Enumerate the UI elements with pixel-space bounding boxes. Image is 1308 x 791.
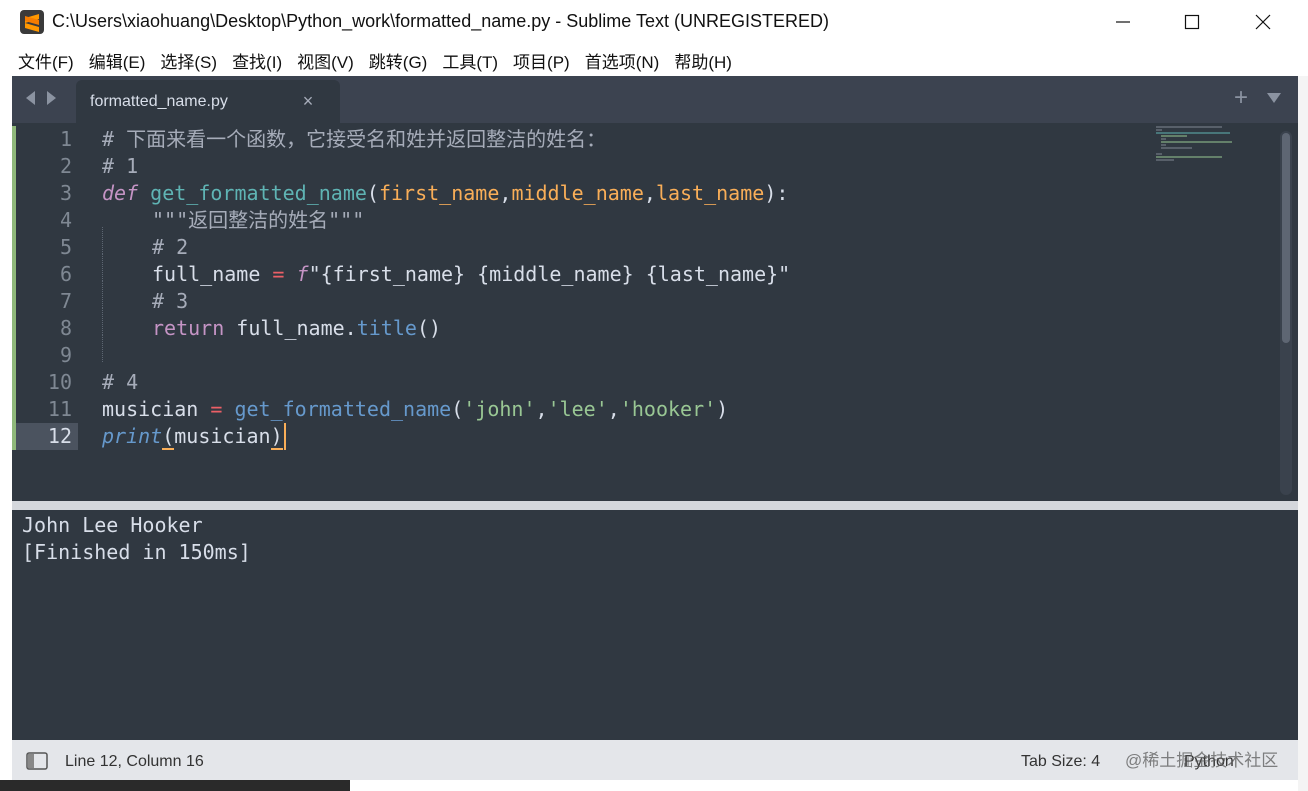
bracket: ( [162, 424, 175, 450]
string: 'john' [463, 397, 536, 421]
keyword: return [152, 316, 225, 340]
sublime-text-icon [20, 10, 44, 34]
parameter: middle_name [511, 181, 644, 205]
method: title [356, 316, 417, 340]
tab-size[interactable]: Tab Size: 4 [1021, 753, 1100, 771]
scrollbar-thumb[interactable] [1282, 133, 1290, 343]
menu-tools[interactable]: 工具(T) [442, 48, 498, 73]
line-number: 3 [59, 181, 72, 205]
function-name: get_formatted_name [150, 181, 367, 205]
code-line: # 3 [102, 288, 1202, 335]
tab-navigation [24, 90, 58, 106]
code-area[interactable]: # 下面来看一个函数，它接受名和姓并返回整洁的姓名： # 1 def get_f… [102, 126, 1202, 450]
menu-selection[interactable]: 选择(S) [160, 48, 217, 73]
menu-project[interactable]: 项目(P) [513, 48, 570, 73]
variable: musician [102, 397, 199, 421]
fstring: "{first_name} {middle_name} {last_name}" [308, 262, 791, 286]
operator: = [272, 262, 285, 286]
fstring-prefix: f [296, 262, 309, 286]
cursor-position: Line 12, Column 16 [65, 753, 204, 770]
line-number: 7 [59, 289, 72, 313]
tab-close-icon[interactable]: × [298, 91, 318, 111]
close-window-button[interactable] [1228, 0, 1298, 44]
variable: musician [174, 424, 271, 448]
code-line: """返回整洁的姓名""" [102, 207, 1202, 254]
status-bar: Line 12, Column 16 Tab Size: 4 Python [12, 740, 1298, 780]
background-window-edge [1298, 76, 1308, 791]
code-line: musician = get_formatted_name('john','le… [102, 397, 729, 421]
bracket: ) [270, 424, 283, 450]
line-number: 6 [59, 262, 72, 286]
editor-scrollbar[interactable] [1280, 131, 1292, 495]
chevron-left-icon[interactable] [24, 90, 38, 106]
taskbar-fragment [0, 780, 350, 791]
code-line: # 下面来看一个函数，它接受名和姓并返回整洁的姓名： [102, 126, 1202, 153]
code-editor[interactable]: 1 2 3 4 5 6 7 8 9 10 11 12 # 下面来看一个函数，它接… [12, 123, 1298, 501]
keyword: def [102, 181, 139, 205]
comment: # 2 [152, 235, 189, 259]
menu-bar: 文件(F) 编辑(E) 选择(S) 查找(I) 视图(V) 跳转(G) 工具(T… [0, 44, 1308, 76]
line-number: 2 [59, 154, 72, 178]
builtin-function: print [102, 424, 163, 448]
line-number-gutter: 1 2 3 4 5 6 7 8 9 10 11 12 [16, 126, 78, 450]
code-line: full_name = f"{first_name} {middle_name}… [102, 261, 1202, 308]
menu-view[interactable]: 视图(V) [297, 48, 354, 73]
tab-dropdown-icon[interactable] [1266, 92, 1282, 104]
minimize-button[interactable] [1088, 0, 1158, 44]
window-title: C:\Users\xiaohuang\Desktop\Python_work\f… [52, 11, 829, 31]
line-number: 1 [59, 127, 72, 151]
chevron-right-icon[interactable] [44, 90, 58, 106]
text-cursor [283, 423, 286, 450]
code-line: # 4 [102, 369, 1202, 396]
menu-help[interactable]: 帮助(H) [674, 48, 732, 73]
watermark: @稀土掘金技术社区 [1125, 751, 1279, 770]
minimap[interactable] [1152, 123, 1262, 183]
output-line: [Finished in 150ms] [22, 540, 251, 564]
code-line-active: print(musician) [102, 423, 1202, 450]
build-output-panel[interactable]: John Lee Hooker [Finished in 150ms] [12, 510, 1298, 740]
menu-preferences[interactable]: 首选项(N) [585, 48, 660, 73]
line-number: 4 [59, 208, 72, 232]
line-number: 5 [59, 235, 72, 259]
line-number: 10 [47, 370, 72, 394]
variable: full_name [152, 262, 261, 286]
parameter: last_name [655, 181, 765, 205]
comment: # 4 [102, 370, 139, 394]
code-line: # 2 [102, 234, 1202, 281]
new-tab-icon[interactable]: + [1234, 86, 1248, 110]
title-bar: C:\Users\xiaohuang\Desktop\Python_work\f… [0, 0, 1308, 44]
tab-formatted-name[interactable]: formatted_name.py × [76, 80, 340, 123]
comment: # 1 [102, 154, 139, 178]
parameter: first_name [378, 181, 500, 205]
line-number: 9 [59, 343, 72, 367]
output-line: John Lee Hooker [22, 513, 203, 537]
line-number: 11 [47, 397, 72, 421]
menu-goto[interactable]: 跳转(G) [369, 48, 428, 73]
comment: # 下面来看一个函数，它接受名和姓并返回整洁的姓名： [102, 127, 607, 151]
line-number-active: 12 [16, 423, 78, 450]
docstring: """返回整洁的姓名""" [152, 208, 365, 232]
minimize-icon [1116, 21, 1130, 23]
code-line: # 1 [102, 153, 1202, 180]
line-number: 8 [59, 316, 72, 340]
maximize-button[interactable] [1157, 0, 1227, 44]
close-icon [1255, 14, 1271, 30]
menu-edit[interactable]: 编辑(E) [89, 48, 146, 73]
code-line: def get_formatted_name(first_name,middle… [102, 181, 789, 205]
menu-file[interactable]: 文件(F) [18, 48, 74, 73]
menu-find[interactable]: 查找(I) [232, 48, 282, 73]
string: 'hooker' [619, 397, 717, 421]
code-line: return full_name.title() [102, 315, 1202, 362]
variable: full_name [236, 316, 345, 340]
operator: = [210, 397, 223, 421]
tab-label: formatted_name.py [90, 93, 228, 110]
string: 'lee' [547, 397, 608, 421]
panel-splitter[interactable] [12, 501, 1298, 510]
tab-bar: formatted_name.py × + [12, 76, 1298, 123]
function-call: get_formatted_name [234, 397, 452, 421]
panel-toggle-icon[interactable] [26, 752, 48, 770]
comment: # 3 [152, 289, 189, 313]
maximize-icon [1184, 14, 1200, 30]
